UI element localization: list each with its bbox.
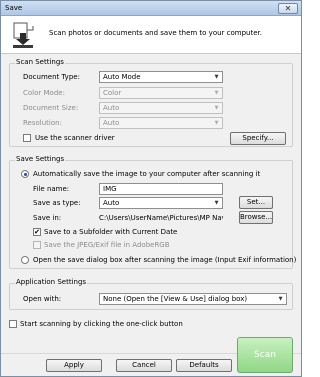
auto-save-radio[interactable]: [21, 170, 29, 178]
resolution-label: Resolution:: [23, 119, 62, 127]
auto-save-label: Automatically save the image to your com…: [33, 170, 261, 178]
defaults-button[interactable]: Defaults: [176, 359, 232, 372]
save-in-label: Save in:: [33, 214, 62, 222]
document-size-label: Document Size:: [23, 104, 79, 112]
chevron-down-icon: ▼: [214, 105, 219, 111]
document-size-select[interactable]: Auto ▼: [99, 102, 223, 114]
save-in-path: C:\Users\UserName\Pictures\MP Navigator: [99, 214, 223, 222]
chevron-down-icon: ▼: [214, 90, 219, 96]
close-button[interactable]: ✕: [278, 3, 298, 14]
application-settings-title: Application Settings: [15, 278, 88, 286]
subfolder-label: Save to a Subfolder with Current Date: [44, 228, 178, 236]
save-dialog: Save ✕ Scan photos or documents and save…: [0, 0, 302, 377]
window-title: Save: [5, 4, 23, 12]
open-with-select[interactable]: None (Open the [View & Use] dialog box) …: [99, 293, 287, 305]
chevron-down-icon: ▼: [214, 120, 219, 126]
document-type-select[interactable]: Auto Mode ▼: [99, 71, 223, 83]
resolution-select[interactable]: Auto ▼: [99, 117, 223, 129]
file-name-label: File name:: [33, 185, 70, 193]
document-type-label: Document Type:: [23, 73, 80, 81]
open-dialog-label: Open the save dialog box after scanning …: [33, 256, 297, 264]
chevron-down-icon: ▼: [278, 296, 283, 302]
subfolder-checkbox[interactable]: ✔: [33, 228, 41, 236]
cancel-button[interactable]: Cancel: [116, 359, 172, 372]
use-scanner-driver-label: Use the scanner driver: [35, 134, 115, 142]
save-as-type-select[interactable]: Auto ▼: [99, 197, 223, 209]
browse-button[interactable]: Browse...: [239, 211, 273, 224]
one-click-checkbox[interactable]: [9, 320, 17, 328]
title-bar: Save ✕: [1, 1, 301, 16]
chevron-down-icon: ▼: [214, 74, 219, 80]
scan-button[interactable]: Scan: [237, 337, 293, 373]
open-with-label: Open with:: [23, 295, 62, 303]
file-name-input[interactable]: IMG: [99, 183, 223, 195]
save-as-type-label: Save as type:: [33, 199, 81, 207]
specify-button[interactable]: Specify...: [230, 132, 286, 145]
color-mode-select[interactable]: Color ▼: [99, 87, 223, 99]
dialog-header: Scan photos or documents and save them t…: [1, 16, 301, 54]
save-settings-title: Save Settings: [15, 155, 66, 163]
color-mode-label: Color Mode:: [23, 89, 65, 97]
scan-settings-title: Scan Settings: [15, 58, 65, 66]
adobergb-checkbox[interactable]: [33, 241, 41, 249]
use-scanner-driver-checkbox[interactable]: [23, 134, 31, 142]
set-button[interactable]: Set...: [239, 196, 273, 209]
chevron-down-icon: ▼: [214, 200, 219, 206]
header-description: Scan photos or documents and save them t…: [49, 29, 262, 37]
adobergb-label: Save the JPEG/Exif file in AdobeRGB: [44, 241, 170, 249]
apply-button[interactable]: Apply: [46, 359, 102, 372]
open-dialog-radio[interactable]: [21, 256, 29, 264]
scanner-save-icon: [13, 22, 34, 48]
one-click-label: Start scanning by clicking the one-click…: [20, 320, 183, 328]
